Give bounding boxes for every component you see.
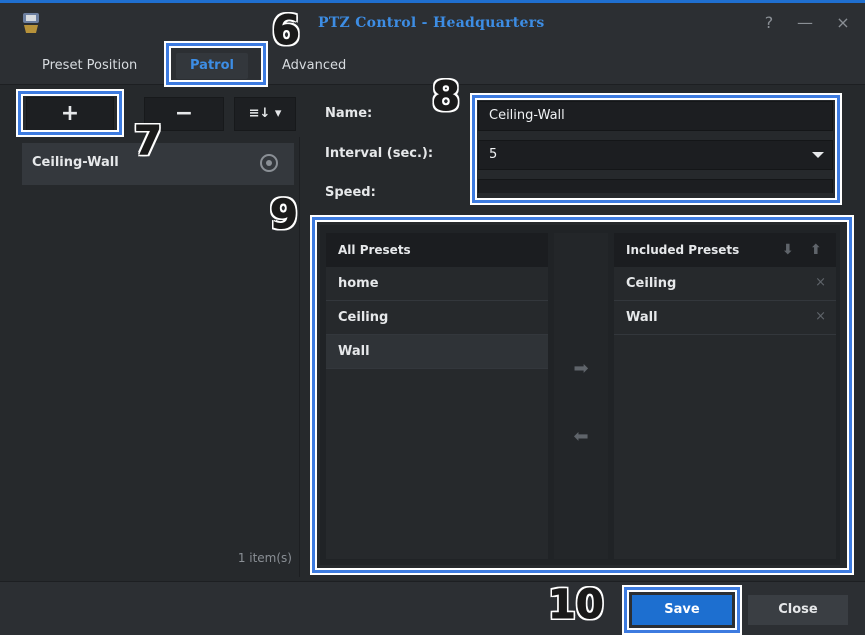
highlight-patrol-tab	[166, 43, 266, 85]
callout-6: 6	[272, 8, 301, 54]
help-icon[interactable]: ?	[760, 13, 778, 32]
speed-label: Speed:	[325, 185, 376, 200]
highlight-presets	[312, 217, 852, 573]
name-label: Name:	[325, 106, 373, 121]
callout-10: 10	[548, 582, 605, 628]
interval-label: Interval (sec.):	[325, 146, 434, 161]
tab-advanced[interactable]: Advanced	[282, 53, 346, 79]
highlight-save-button	[624, 587, 740, 633]
callout-9: 9	[270, 192, 299, 238]
tab-preset-position[interactable]: Preset Position	[42, 53, 137, 79]
callout-8: 8	[432, 74, 461, 120]
highlight-patrol-settings	[472, 95, 840, 203]
title-bar: PTZ Control - Headquarters ? — ×	[0, 3, 865, 47]
sort-menu-button[interactable]: ≡↓ ▾	[234, 97, 296, 131]
callout-7: 7	[134, 118, 163, 164]
patrol-name: Ceiling-Wall	[32, 155, 119, 170]
minimize-icon[interactable]: —	[796, 13, 814, 32]
close-button[interactable]: Close	[748, 595, 848, 625]
ptz-control-window: PTZ Control - Headquarters ? — × Preset …	[0, 0, 865, 635]
highlight-add-button	[18, 91, 122, 135]
close-icon[interactable]: ×	[834, 13, 852, 32]
patrol-list	[18, 137, 300, 577]
camera-app-icon	[23, 13, 39, 33]
window-title: PTZ Control - Headquarters	[318, 15, 545, 31]
run-patrol-icon[interactable]	[260, 154, 278, 172]
item-count: 1 item(s)	[237, 551, 292, 565]
